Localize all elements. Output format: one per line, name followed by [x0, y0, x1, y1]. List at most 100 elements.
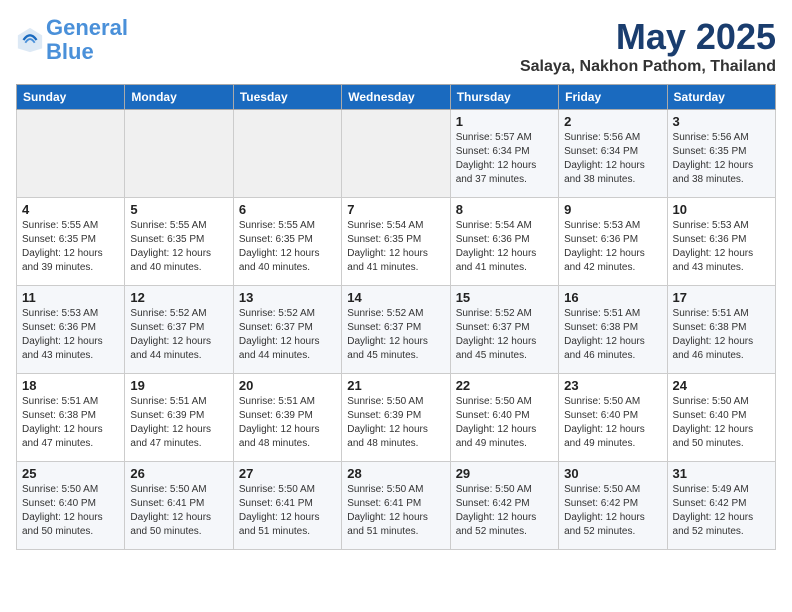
- day-number: 14: [347, 290, 444, 305]
- day-info: Sunrise: 5:52 AM Sunset: 6:37 PM Dayligh…: [130, 307, 227, 363]
- day-info: Sunrise: 5:50 AM Sunset: 6:42 PM Dayligh…: [456, 483, 553, 539]
- day-info: Sunrise: 5:50 AM Sunset: 6:40 PM Dayligh…: [456, 395, 553, 451]
- day-number: 9: [564, 202, 661, 217]
- day-number: 16: [564, 290, 661, 305]
- calendar-cell: [342, 110, 450, 198]
- day-info: Sunrise: 5:49 AM Sunset: 6:42 PM Dayligh…: [673, 483, 770, 539]
- calendar-title: May 2025: [520, 16, 776, 58]
- calendar-cell: [125, 110, 233, 198]
- day-info: Sunrise: 5:50 AM Sunset: 6:41 PM Dayligh…: [130, 483, 227, 539]
- calendar-cell: 21 Sunrise: 5:50 AM Sunset: 6:39 PM Dayli…: [342, 374, 450, 462]
- calendar-cell: 3 Sunrise: 5:56 AM Sunset: 6:35 PM Daylig…: [667, 110, 775, 198]
- calendar-cell: 6Sunrise: 5:55 AM Sunset: 6:35 PM Daylig…: [233, 198, 341, 286]
- calendar-subtitle: Salaya, Nakhon Pathom, Thailand: [520, 58, 776, 76]
- column-header-thursday: Thursday: [450, 85, 558, 110]
- day-number: 20: [239, 378, 336, 393]
- calendar-cell: 17 Sunrise: 5:51 AM Sunset: 6:38 PM Dayli…: [667, 286, 775, 374]
- day-info: Sunrise: 5:50 AM Sunset: 6:40 PM Dayligh…: [22, 483, 119, 539]
- calendar-cell: 5Sunrise: 5:55 AM Sunset: 6:35 PM Daylig…: [125, 198, 233, 286]
- day-number: 19: [130, 378, 227, 393]
- day-info: Sunrise: 5:57 AM Sunset: 6:34 PM Dayligh…: [456, 131, 553, 187]
- calendar-cell: 10Sunrise: 5:53 AM Sunset: 6:36 PM Dayli…: [667, 198, 775, 286]
- day-info: Sunrise: 5:53 AM Sunset: 6:36 PM Dayligh…: [564, 219, 661, 275]
- week-row-1: 1 Sunrise: 5:57 AM Sunset: 6:34 PM Daylig…: [17, 110, 776, 198]
- calendar-cell: 19 Sunrise: 5:51 AM Sunset: 6:39 PM Dayli…: [125, 374, 233, 462]
- calendar-table: SundayMondayTuesdayWednesdayThursdayFrid…: [16, 84, 776, 550]
- day-info: Sunrise: 5:52 AM Sunset: 6:37 PM Dayligh…: [456, 307, 553, 363]
- day-info: Sunrise: 5:55 AM Sunset: 6:35 PM Dayligh…: [22, 219, 119, 275]
- day-number: 17: [673, 290, 770, 305]
- day-number: 4: [22, 202, 119, 217]
- column-header-sunday: Sunday: [17, 85, 125, 110]
- calendar-cell: 20 Sunrise: 5:51 AM Sunset: 6:39 PM Dayli…: [233, 374, 341, 462]
- calendar-cell: 4 Sunrise: 5:55 AM Sunset: 6:35 PM Daylig…: [17, 198, 125, 286]
- column-header-saturday: Saturday: [667, 85, 775, 110]
- day-number: 8: [456, 202, 553, 217]
- day-number: 1: [456, 114, 553, 129]
- day-info: Sunrise: 5:51 AM Sunset: 6:38 PM Dayligh…: [673, 307, 770, 363]
- day-number: 31: [673, 466, 770, 481]
- day-number: 12: [130, 290, 227, 305]
- day-info: Sunrise: 5:50 AM Sunset: 6:41 PM Dayligh…: [239, 483, 336, 539]
- calendar-cell: 30Sunrise: 5:50 AM Sunset: 6:42 PM Dayli…: [559, 462, 667, 550]
- calendar-cell: 28Sunrise: 5:50 AM Sunset: 6:41 PM Dayli…: [342, 462, 450, 550]
- day-info: Sunrise: 5:51 AM Sunset: 6:38 PM Dayligh…: [564, 307, 661, 363]
- day-number: 21: [347, 378, 444, 393]
- column-header-monday: Monday: [125, 85, 233, 110]
- calendar-cell: 18Sunrise: 5:51 AM Sunset: 6:38 PM Dayli…: [17, 374, 125, 462]
- day-number: 24: [673, 378, 770, 393]
- day-info: Sunrise: 5:54 AM Sunset: 6:35 PM Dayligh…: [347, 219, 444, 275]
- calendar-cell: 12 Sunrise: 5:52 AM Sunset: 6:37 PM Dayli…: [125, 286, 233, 374]
- day-number: 7: [347, 202, 444, 217]
- day-info: Sunrise: 5:52 AM Sunset: 6:37 PM Dayligh…: [347, 307, 444, 363]
- day-number: 22: [456, 378, 553, 393]
- calendar-cell: 31 Sunrise: 5:49 AM Sunset: 6:42 PM Dayli…: [667, 462, 775, 550]
- day-info: Sunrise: 5:54 AM Sunset: 6:36 PM Dayligh…: [456, 219, 553, 275]
- day-number: 5: [130, 202, 227, 217]
- day-info: Sunrise: 5:53 AM Sunset: 6:36 PM Dayligh…: [22, 307, 119, 363]
- calendar-cell: 7 Sunrise: 5:54 AM Sunset: 6:35 PM Daylig…: [342, 198, 450, 286]
- column-header-wednesday: Wednesday: [342, 85, 450, 110]
- calendar-cell: [17, 110, 125, 198]
- calendar-cell: 8 Sunrise: 5:54 AM Sunset: 6:36 PM Daylig…: [450, 198, 558, 286]
- day-info: Sunrise: 5:56 AM Sunset: 6:35 PM Dayligh…: [673, 131, 770, 187]
- day-info: Sunrise: 5:51 AM Sunset: 6:38 PM Dayligh…: [22, 395, 119, 451]
- title-block: May 2025 Salaya, Nakhon Pathom, Thailand: [520, 16, 776, 76]
- day-number: 28: [347, 466, 444, 481]
- day-info: Sunrise: 5:56 AM Sunset: 6:34 PM Dayligh…: [564, 131, 661, 187]
- calendar-cell: [233, 110, 341, 198]
- day-number: 26: [130, 466, 227, 481]
- day-number: 25: [22, 466, 119, 481]
- week-row-4: 18Sunrise: 5:51 AM Sunset: 6:38 PM Dayli…: [17, 374, 776, 462]
- calendar-cell: 13 Sunrise: 5:52 AM Sunset: 6:37 PM Dayli…: [233, 286, 341, 374]
- day-info: Sunrise: 5:52 AM Sunset: 6:37 PM Dayligh…: [239, 307, 336, 363]
- calendar-cell: 22 Sunrise: 5:50 AM Sunset: 6:40 PM Dayli…: [450, 374, 558, 462]
- calendar-cell: 9 Sunrise: 5:53 AM Sunset: 6:36 PM Daylig…: [559, 198, 667, 286]
- day-info: Sunrise: 5:53 AM Sunset: 6:36 PM Dayligh…: [673, 219, 770, 275]
- calendar-cell: 26 Sunrise: 5:50 AM Sunset: 6:41 PM Dayli…: [125, 462, 233, 550]
- calendar-cell: 11 Sunrise: 5:53 AM Sunset: 6:36 PM Dayli…: [17, 286, 125, 374]
- day-info: Sunrise: 5:50 AM Sunset: 6:40 PM Dayligh…: [564, 395, 661, 451]
- day-number: 3: [673, 114, 770, 129]
- day-number: 30: [564, 466, 661, 481]
- day-number: 11: [22, 290, 119, 305]
- day-info: Sunrise: 5:50 AM Sunset: 6:40 PM Dayligh…: [673, 395, 770, 451]
- day-number: 6: [239, 202, 336, 217]
- day-info: Sunrise: 5:50 AM Sunset: 6:39 PM Dayligh…: [347, 395, 444, 451]
- calendar-cell: 15 Sunrise: 5:52 AM Sunset: 6:37 PM Dayli…: [450, 286, 558, 374]
- logo-text: GeneralBlue: [46, 16, 128, 64]
- calendar-cell: 16 Sunrise: 5:51 AM Sunset: 6:38 PM Dayli…: [559, 286, 667, 374]
- day-info: Sunrise: 5:51 AM Sunset: 6:39 PM Dayligh…: [130, 395, 227, 451]
- day-number: 23: [564, 378, 661, 393]
- logo-icon: [16, 26, 44, 54]
- day-number: 2: [564, 114, 661, 129]
- day-number: 15: [456, 290, 553, 305]
- day-number: 13: [239, 290, 336, 305]
- day-number: 27: [239, 466, 336, 481]
- day-info: Sunrise: 5:51 AM Sunset: 6:39 PM Dayligh…: [239, 395, 336, 451]
- week-row-2: 4 Sunrise: 5:55 AM Sunset: 6:35 PM Daylig…: [17, 198, 776, 286]
- page-header: GeneralBlue May 2025 Salaya, Nakhon Path…: [16, 16, 776, 76]
- week-row-5: 25 Sunrise: 5:50 AM Sunset: 6:40 PM Dayli…: [17, 462, 776, 550]
- week-row-3: 11 Sunrise: 5:53 AM Sunset: 6:36 PM Dayli…: [17, 286, 776, 374]
- column-header-friday: Friday: [559, 85, 667, 110]
